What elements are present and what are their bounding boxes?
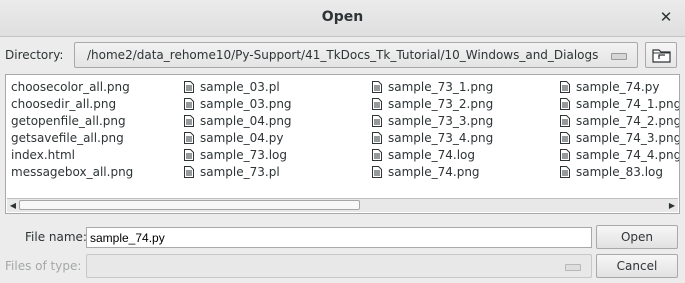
file-name: sample_03.png: [200, 97, 292, 111]
file-icon: [184, 81, 194, 93]
file-list-item[interactable]: sample_73_3.png: [372, 113, 493, 130]
scroll-thumb[interactable]: [19, 200, 360, 210]
file-list-item[interactable]: sample_74.py: [560, 79, 659, 96]
file-icon: [184, 149, 194, 161]
cancel-button[interactable]: Cancel: [596, 254, 678, 278]
file-list-item[interactable]: sample_73.pl: [184, 164, 280, 181]
file-name-label: File name:: [25, 230, 87, 244]
open-button[interactable]: Open: [596, 225, 678, 249]
close-icon[interactable]: ✕: [657, 8, 675, 26]
file-icon: [560, 149, 570, 161]
file-icon: [372, 166, 382, 178]
file-name: sample_04.png: [200, 114, 292, 128]
file-icon: [372, 98, 382, 110]
file-list-item[interactable]: sample_74_3.png: [560, 130, 680, 147]
file-name: choosecolor_all.png: [11, 80, 130, 94]
file-name: getsavefile_all.png: [11, 131, 124, 145]
file-name: sample_73.pl: [200, 165, 280, 179]
file-name: sample_74.png: [388, 165, 480, 179]
file-name: sample_83.log: [576, 165, 664, 179]
file-name: sample_74_4.png: [576, 148, 680, 162]
file-icon: [184, 98, 194, 110]
file-list-item[interactable]: index.html: [11, 147, 75, 164]
files-of-type-combobox[interactable]: [86, 254, 592, 278]
file-name: sample_03.pl: [200, 80, 280, 94]
file-list-item[interactable]: sample_03.png: [184, 96, 292, 113]
file-list-item[interactable]: sample_74.png: [372, 164, 480, 181]
file-name-input[interactable]: [86, 227, 592, 248]
file-name: sample_73.log: [200, 148, 288, 162]
file-list-item[interactable]: sample_73_4.png: [372, 130, 493, 147]
directory-combobox[interactable]: /home2/data_rehome10/Py-Support/41_TkDoc…: [74, 42, 638, 68]
file-name: sample_73_3.png: [388, 114, 494, 128]
file-list-item[interactable]: sample_74_2.png: [560, 113, 680, 130]
file-icon: [372, 81, 382, 93]
open-dialog: Open ✕ Directory: /home2/data_rehome10/P…: [0, 0, 685, 283]
file-list-item[interactable]: getsavefile_all.png: [11, 130, 124, 147]
file-name: sample_73_1.png: [388, 80, 494, 94]
parent-directory-button[interactable]: [645, 42, 677, 68]
file-icon: [372, 115, 382, 127]
file-list-item[interactable]: sample_04.png: [184, 113, 292, 130]
file-icon: [560, 166, 570, 178]
file-list-item[interactable]: sample_04.py: [184, 130, 283, 147]
file-list-item[interactable]: getopenfile_all.png: [11, 113, 126, 130]
file-icon: [184, 115, 194, 127]
file-name: getopenfile_all.png: [11, 114, 126, 128]
file-name: sample_74_3.png: [576, 131, 680, 145]
title-bar: Open ✕: [0, 0, 685, 37]
file-list-item[interactable]: choosedir_all.png: [11, 96, 116, 113]
file-icon: [184, 166, 194, 178]
file-name: index.html: [11, 148, 75, 162]
file-icon: [560, 115, 570, 127]
file-name: sample_04.py: [200, 131, 284, 145]
file-list-item[interactable]: sample_74.log: [372, 147, 475, 164]
file-name: sample_74.py: [576, 80, 660, 94]
file-list-item[interactable]: sample_74_4.png: [560, 147, 680, 164]
file-name: messagebox_all.png: [11, 165, 134, 179]
file-icon: [372, 149, 382, 161]
file-icon: [560, 81, 570, 93]
dialog-title: Open: [321, 9, 364, 25]
file-list-item[interactable]: sample_73_1.png: [372, 79, 493, 96]
file-list[interactable]: ◀ ▶ choosecolor_all.png choosedir_all.png…: [5, 74, 680, 214]
files-of-type-label: Files of type:: [5, 259, 82, 273]
directory-label: Directory:: [5, 48, 64, 62]
file-icon: [184, 132, 194, 144]
file-list-item[interactable]: sample_73_2.png: [372, 96, 493, 113]
file-icon: [560, 132, 570, 144]
scroll-left-icon[interactable]: ◀: [7, 199, 19, 212]
combo-arrow-icon: [611, 53, 627, 60]
file-name: choosedir_all.png: [11, 97, 117, 111]
directory-path: /home2/data_rehome10/Py-Support/41_TkDoc…: [87, 48, 599, 62]
file-list-item[interactable]: choosecolor_all.png: [11, 79, 130, 96]
file-list-item[interactable]: sample_83.log: [560, 164, 663, 181]
file-list-item[interactable]: sample_73.log: [184, 147, 287, 164]
folder-up-icon: [652, 49, 671, 63]
horizontal-scrollbar[interactable]: ◀ ▶: [7, 198, 678, 212]
file-name: sample_74_2.png: [576, 114, 680, 128]
file-icon: [372, 132, 382, 144]
scroll-right-icon[interactable]: ▶: [666, 199, 678, 212]
file-name: sample_73_2.png: [388, 97, 494, 111]
file-list-item[interactable]: messagebox_all.png: [11, 164, 133, 181]
file-name: sample_74_1.png: [576, 97, 680, 111]
file-name: sample_73_4.png: [388, 131, 494, 145]
file-name: sample_74.log: [388, 148, 476, 162]
file-list-item[interactable]: sample_74_1.png: [560, 96, 680, 113]
combo-arrow-icon: [565, 264, 581, 271]
file-icon: [560, 98, 570, 110]
file-list-item[interactable]: sample_03.pl: [184, 79, 280, 96]
